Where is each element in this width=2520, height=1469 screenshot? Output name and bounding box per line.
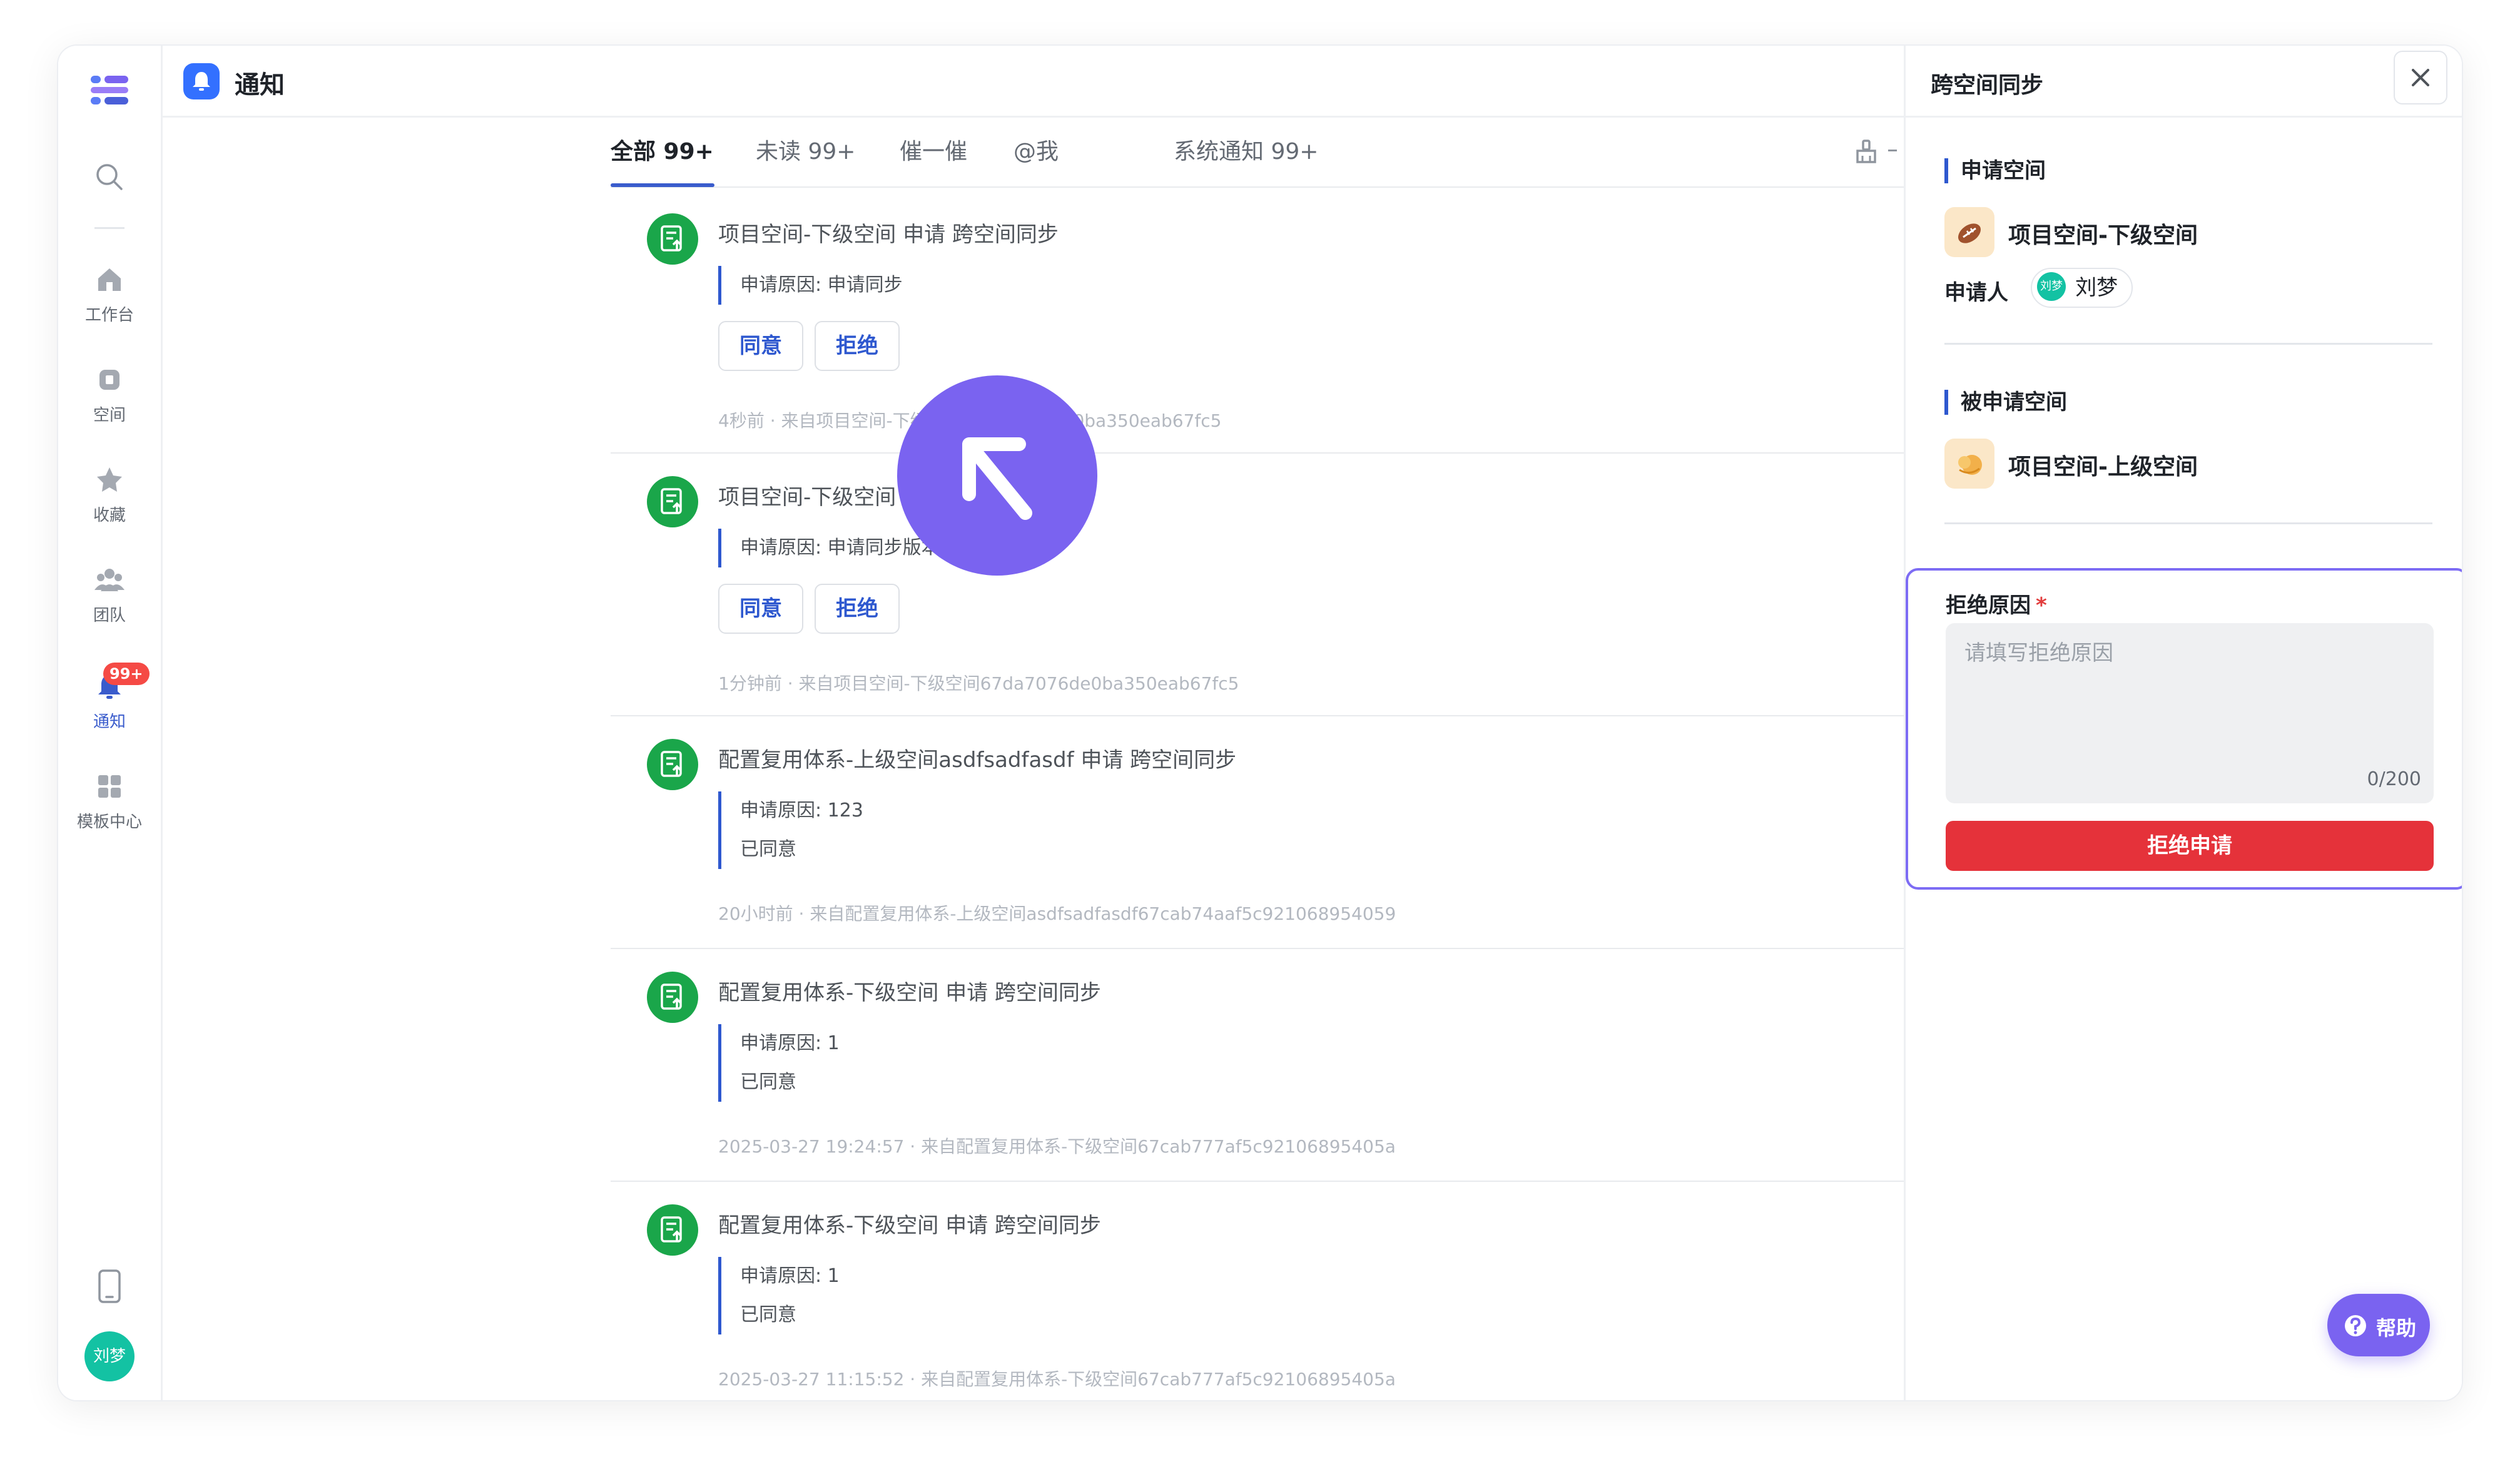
user-avatar[interactable]: 刘梦 (84, 1331, 135, 1381)
agree-button[interactable]: 同意 (718, 321, 803, 371)
sidebar-item-notify[interactable]: 通知 99+ (58, 663, 161, 732)
notification-title: 配置复用体系-上级空间asdfsadfasdf 申请 跨空间同步 (718, 748, 1237, 773)
applicant-name: 刘梦 (2075, 275, 2118, 300)
tab-unread[interactable]: 未读 99+ (756, 133, 855, 166)
space-avatar-icon (1944, 439, 1994, 489)
reject-reason-form: 拒绝原因* 0/200 拒绝申请 (1906, 568, 2462, 890)
cross-space-sync-panel: 跨空间同步 申请空间 项目空间-下级空间 申请人 刘梦 刘梦 被申请空间 项目空… (1904, 46, 2462, 1400)
sidebar-item-workbench[interactable]: 工作台 (58, 265, 161, 325)
notification-count-badge: 99+ (103, 663, 150, 685)
notification-card: 项目空间-下级空间 申请 跨空间同步 申请原因: 申请同步版本工作项配置 同意 … (611, 452, 1904, 716)
notification-card: 配置复用体系-上级空间asdfsadfasdf 申请 跨空间同步 申请原因: 1… (611, 715, 1904, 949)
home-icon (98, 268, 121, 291)
document-sync-icon (647, 739, 698, 790)
applicant-space-name: 项目空间-下级空间 (2008, 223, 2198, 248)
notification-title: 配置复用体系-下级空间 申请 跨空间同步 (718, 980, 1101, 1005)
close-button[interactable] (2394, 51, 2447, 104)
applicant-space-label: 申请空间 (1944, 158, 2046, 183)
applicant-chip[interactable]: 刘梦 刘梦 (2031, 268, 2133, 308)
help-label: 帮助 (2376, 1316, 2417, 1340)
section-divider (1944, 522, 2432, 524)
document-sync-icon (647, 972, 698, 1023)
sidebar-item-label: 团队 (93, 606, 126, 625)
approval-status: 已同意 (740, 1071, 796, 1093)
notification-meta: 20小时前 · 来自配置复用体系-上级空间asdfsadfasdf67cab74… (718, 903, 1396, 924)
grid-icon (98, 775, 121, 798)
broom-icon[interactable] (1854, 138, 1879, 166)
reject-button[interactable]: 拒绝 (815, 321, 900, 371)
required-mark: * (2036, 593, 2047, 618)
active-tab-indicator (611, 183, 714, 187)
notification-detail: 申请原因: 1 已同意 (718, 1024, 840, 1102)
request-reason: 申请原因: 1 (740, 1032, 840, 1054)
sidebar-item-favorites[interactable]: 收藏 (58, 465, 161, 526)
page-header: 通知 (161, 46, 1904, 118)
phone-icon[interactable] (97, 1269, 122, 1304)
tab-mentions[interactable]: @我 (1014, 133, 1059, 166)
applicant-avatar: 刘梦 (2037, 272, 2066, 301)
document-sync-icon (647, 1204, 698, 1256)
left-rail: 工作台 空间 收藏 团队 通知 99+ 模板中心 刘梦 (58, 46, 163, 1400)
close-icon (2412, 69, 2429, 86)
tab-urge[interactable]: 催一催 (900, 133, 967, 166)
bell-icon (183, 63, 220, 99)
tab-all[interactable]: 全部 99+ (611, 133, 714, 166)
sidebar-item-templates[interactable]: 模板中心 (58, 771, 161, 832)
question-icon (2345, 1315, 2366, 1336)
reject-button[interactable]: 拒绝 (815, 584, 900, 634)
sidebar-item-label: 模板中心 (76, 813, 142, 831)
sidebar-item-label: 工作台 (84, 306, 134, 325)
reject-reason-label-text: 拒绝原因 (1946, 593, 2031, 618)
app-logo-icon[interactable] (87, 71, 132, 108)
notification-meta: 2025-03-27 11:15:52 · 来自配置复用体系-下级空间67cab… (718, 1369, 1396, 1390)
sidebar-item-team[interactable]: 团队 (58, 565, 161, 626)
space-avatar-icon (1944, 207, 1994, 257)
tab-system[interactable]: 系统通知 99+ (1174, 133, 1318, 166)
section-divider (1944, 343, 2432, 345)
approval-status: 已同意 (740, 838, 796, 860)
sidebar-item-label: 空间 (93, 406, 126, 425)
request-reason: 申请原因: 123 (740, 800, 863, 821)
notification-detail: 申请原因: 1 已同意 (718, 1257, 840, 1334)
sidebar-item-label: 收藏 (93, 506, 126, 525)
star-icon (97, 467, 122, 492)
notification-detail: 申请原因: 123 已同意 (718, 791, 863, 869)
search-icon[interactable] (94, 161, 125, 193)
cursor-click-indicator (897, 375, 1097, 576)
notification-meta: 1分钟前 · 来自项目空间-下级空间67da7076de0ba350eab67f… (718, 673, 1239, 694)
approval-status: 已同意 (740, 1304, 796, 1326)
sidebar-item-label: 通知 (93, 713, 126, 731)
notification-card: 配置复用体系-下级空间 申请 跨空间同步 申请原因: 1 已同意 2025-03… (611, 1181, 1904, 1400)
rail-divider (94, 227, 124, 229)
document-sync-icon (647, 476, 698, 527)
page-title: 通知 (235, 71, 285, 99)
document-sync-icon (647, 213, 698, 265)
target-space-name: 项目空间-上级空间 (2008, 454, 2198, 480)
notification-card: 项目空间-下级空间 申请 跨空间同步 申请原因: 申请同步 同意 拒绝 4秒前 … (611, 190, 1904, 454)
sidebar-item-space[interactable]: 空间 (58, 365, 161, 425)
notification-card: 配置复用体系-下级空间 申请 跨空间同步 申请原因: 1 已同意 2025-03… (611, 948, 1904, 1182)
team-icon (94, 569, 124, 591)
notification-title: 项目空间-下级空间 申请 跨空间同步 (718, 222, 1059, 247)
applicant-label: 申请人 (1944, 280, 2008, 305)
agree-button[interactable]: 同意 (718, 584, 803, 634)
panel-header-divider (1906, 116, 2462, 118)
overflow-indicator (1888, 150, 1897, 151)
help-button[interactable]: 帮助 (2327, 1294, 2430, 1356)
char-count: 0/200 (2367, 768, 2421, 790)
reject-reason-label: 拒绝原因 * (1946, 588, 2047, 619)
target-space-label: 被申请空间 (1944, 390, 2067, 415)
request-reason: 申请原因: 1 (740, 1265, 840, 1287)
reject-application-button[interactable]: 拒绝申请 (1946, 821, 2434, 871)
arrow-cursor-icon (962, 437, 1032, 520)
request-reason: 申请原因: 申请同步 (740, 274, 903, 296)
panel-title: 跨空间同步 (1931, 73, 2044, 98)
tabs-divider (611, 186, 1904, 188)
notification-title: 配置复用体系-下级空间 申请 跨空间同步 (718, 1213, 1101, 1238)
space-icon (99, 370, 119, 390)
notification-detail: 申请原因: 申请同步 (718, 266, 903, 305)
app-window: 工作台 空间 收藏 团队 通知 99+ 模板中心 刘梦 通知 全部 99+ 未读… (58, 46, 2462, 1400)
notification-meta: 2025-03-27 19:24:57 · 来自配置复用体系-下级空间67cab… (718, 1136, 1396, 1157)
